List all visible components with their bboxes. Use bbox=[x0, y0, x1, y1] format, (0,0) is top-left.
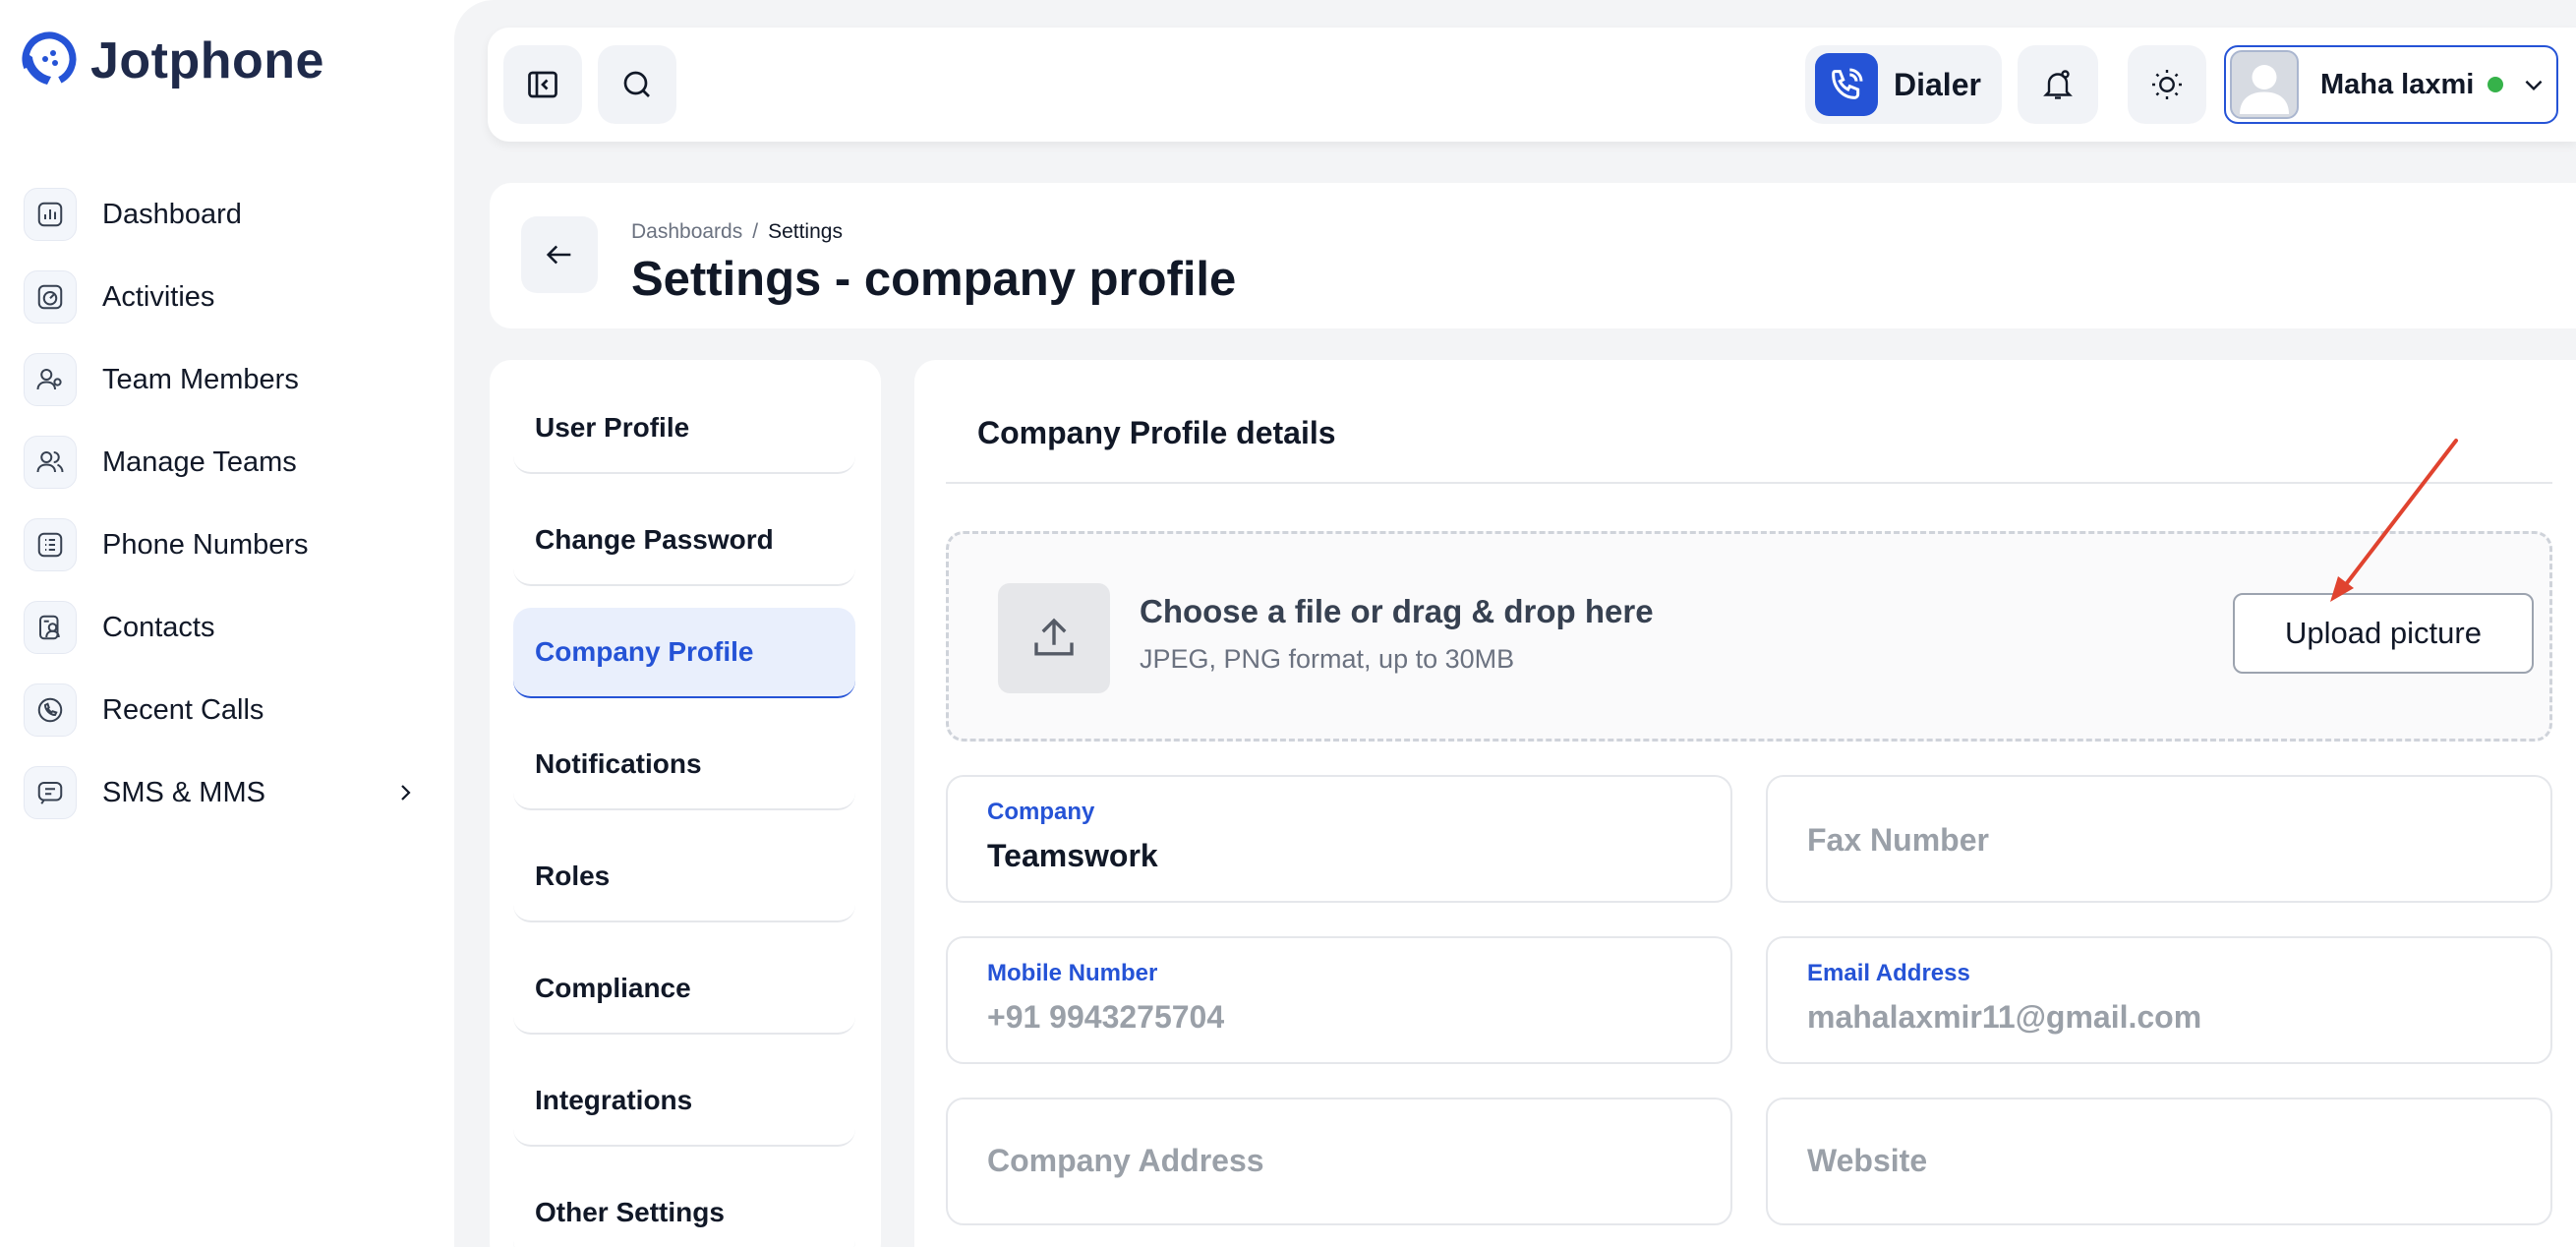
sidebar-item-label: SMS & MMS bbox=[102, 776, 265, 808]
toggle-sidebar-button[interactable] bbox=[503, 45, 582, 124]
notifications-button[interactable] bbox=[2018, 45, 2098, 124]
phone-wave-icon bbox=[1815, 53, 1878, 116]
section-title: Company Profile details bbox=[977, 415, 1336, 450]
user-profile-menu[interactable]: Maha laxmi bbox=[2224, 45, 2558, 124]
settings-tab-user-profile[interactable]: User Profile bbox=[513, 384, 855, 474]
sidebar-toggle-icon bbox=[528, 71, 557, 98]
dialer-button[interactable]: Dialer bbox=[1805, 45, 2002, 124]
sidebar-item-manage-teams[interactable]: Manage Teams bbox=[24, 421, 417, 504]
online-status-dot bbox=[2488, 77, 2504, 92]
settings-menu: User Profile Change Password Company Pro… bbox=[490, 360, 881, 1247]
chevron-right-icon[interactable] bbox=[393, 781, 417, 804]
avatar bbox=[2230, 50, 2299, 119]
email-address-value: mahalaxmir11@gmail.com bbox=[1807, 999, 2202, 1035]
sidebar-item-label: Dashboard bbox=[102, 198, 242, 230]
activities-icon bbox=[24, 270, 77, 324]
page-title: Settings - company profile bbox=[631, 253, 1237, 306]
sidebar-item-label: Manage Teams bbox=[102, 445, 297, 478]
settings-tab-roles[interactable]: Roles bbox=[513, 832, 855, 922]
breadcrumb-separator: / bbox=[752, 220, 759, 243]
settings-tab-company-profile[interactable]: Company Profile bbox=[513, 608, 855, 698]
search-icon bbox=[623, 71, 650, 97]
breadcrumb-current: Settings bbox=[768, 220, 843, 243]
sidebar: Jotphone Dashboard Activities Team Membe… bbox=[0, 0, 454, 1247]
chevron-down-icon bbox=[2525, 80, 2543, 91]
file-dropzone[interactable]: Choose a file or drag & drop here JPEG, … bbox=[946, 531, 2552, 742]
mobile-number-label: Mobile Number bbox=[987, 960, 1158, 986]
email-address-field[interactable]: Email Address mahalaxmir11@gmail.com bbox=[1766, 936, 2552, 1064]
sidebar-item-recent-calls[interactable]: Recent Calls bbox=[24, 669, 417, 751]
breadcrumb-root[interactable]: Dashboards bbox=[631, 220, 742, 244]
brand-name: Jotphone bbox=[90, 32, 324, 89]
email-address-label: Email Address bbox=[1807, 960, 1970, 986]
sun-icon bbox=[2152, 70, 2182, 99]
fax-number-field[interactable]: Fax Number bbox=[1766, 775, 2552, 903]
company-address-field[interactable]: Company Address bbox=[946, 1098, 1732, 1225]
company-field[interactable]: Company Teamswork bbox=[946, 775, 1732, 903]
settings-tab-integrations[interactable]: Integrations bbox=[513, 1056, 855, 1147]
dropzone-title: Choose a file or drag & drop here bbox=[1140, 593, 1654, 629]
mobile-number-value: +91 9943275704 bbox=[987, 999, 1225, 1035]
mobile-number-field[interactable]: Mobile Number +91 9943275704 bbox=[946, 936, 1732, 1064]
manage-teams-icon bbox=[24, 436, 77, 489]
fax-number-placeholder: Fax Number bbox=[1807, 822, 1989, 858]
sidebar-item-phone-numbers[interactable]: Phone Numbers bbox=[24, 504, 417, 586]
page-header: Dashboards / Settings Settings - company… bbox=[490, 183, 2576, 328]
website-placeholder: Website bbox=[1807, 1143, 1928, 1178]
recent-calls-icon bbox=[24, 683, 77, 737]
breadcrumb: Dashboards / Settings bbox=[631, 220, 843, 244]
user-avatar-icon bbox=[2240, 65, 2289, 114]
website-field[interactable]: Website bbox=[1766, 1098, 2552, 1225]
team-members-icon bbox=[24, 353, 77, 406]
settings-tab-other-settings[interactable]: Other Settings bbox=[513, 1168, 855, 1247]
sidebar-item-activities[interactable]: Activities bbox=[24, 256, 417, 338]
arrow-left-icon bbox=[546, 245, 571, 265]
company-address-placeholder: Company Address bbox=[987, 1143, 1264, 1178]
sidebar-item-label: Recent Calls bbox=[102, 693, 264, 726]
back-button[interactable] bbox=[521, 216, 598, 293]
sidebar-item-dashboard[interactable]: Dashboard bbox=[24, 173, 417, 256]
user-name: Maha laxmi bbox=[2320, 68, 2475, 100]
search-button[interactable] bbox=[598, 45, 676, 124]
sidebar-item-sms-mms[interactable]: SMS & MMS bbox=[24, 751, 417, 834]
sidebar-item-contacts[interactable]: Contacts bbox=[24, 586, 417, 669]
contacts-icon bbox=[24, 601, 77, 654]
sidebar-item-label: Activities bbox=[102, 280, 215, 313]
bell-icon bbox=[2043, 70, 2073, 99]
section-divider bbox=[946, 482, 2552, 484]
company-field-value: Teamswork bbox=[987, 838, 1158, 873]
top-bar: Dialer Maha laxmi bbox=[488, 28, 2576, 142]
annotation-arrow-icon bbox=[2330, 439, 2458, 602]
sidebar-item-label: Phone Numbers bbox=[102, 528, 309, 561]
dashboard-icon bbox=[24, 188, 77, 241]
phone-numbers-icon bbox=[24, 518, 77, 571]
settings-tab-compliance[interactable]: Compliance bbox=[513, 944, 855, 1035]
brand-logo[interactable]: Jotphone bbox=[16, 30, 324, 92]
dropzone-subtitle: JPEG, PNG format, up to 30MB bbox=[1140, 644, 1515, 674]
company-field-label: Company bbox=[987, 799, 1095, 825]
sidebar-item-label: Team Members bbox=[102, 363, 299, 395]
settings-tab-change-password[interactable]: Change Password bbox=[513, 496, 855, 586]
sidebar-nav: Dashboard Activities Team Members Manage… bbox=[24, 173, 417, 834]
sms-icon bbox=[24, 766, 77, 819]
jotphone-logo-icon bbox=[22, 31, 77, 87]
sidebar-item-team-members[interactable]: Team Members bbox=[24, 338, 417, 421]
theme-toggle-button[interactable] bbox=[2128, 45, 2206, 124]
settings-tab-notifications[interactable]: Notifications bbox=[513, 720, 855, 810]
sidebar-item-label: Contacts bbox=[102, 611, 215, 643]
dialer-label: Dialer bbox=[1894, 66, 1981, 102]
upload-icon bbox=[998, 583, 1110, 693]
